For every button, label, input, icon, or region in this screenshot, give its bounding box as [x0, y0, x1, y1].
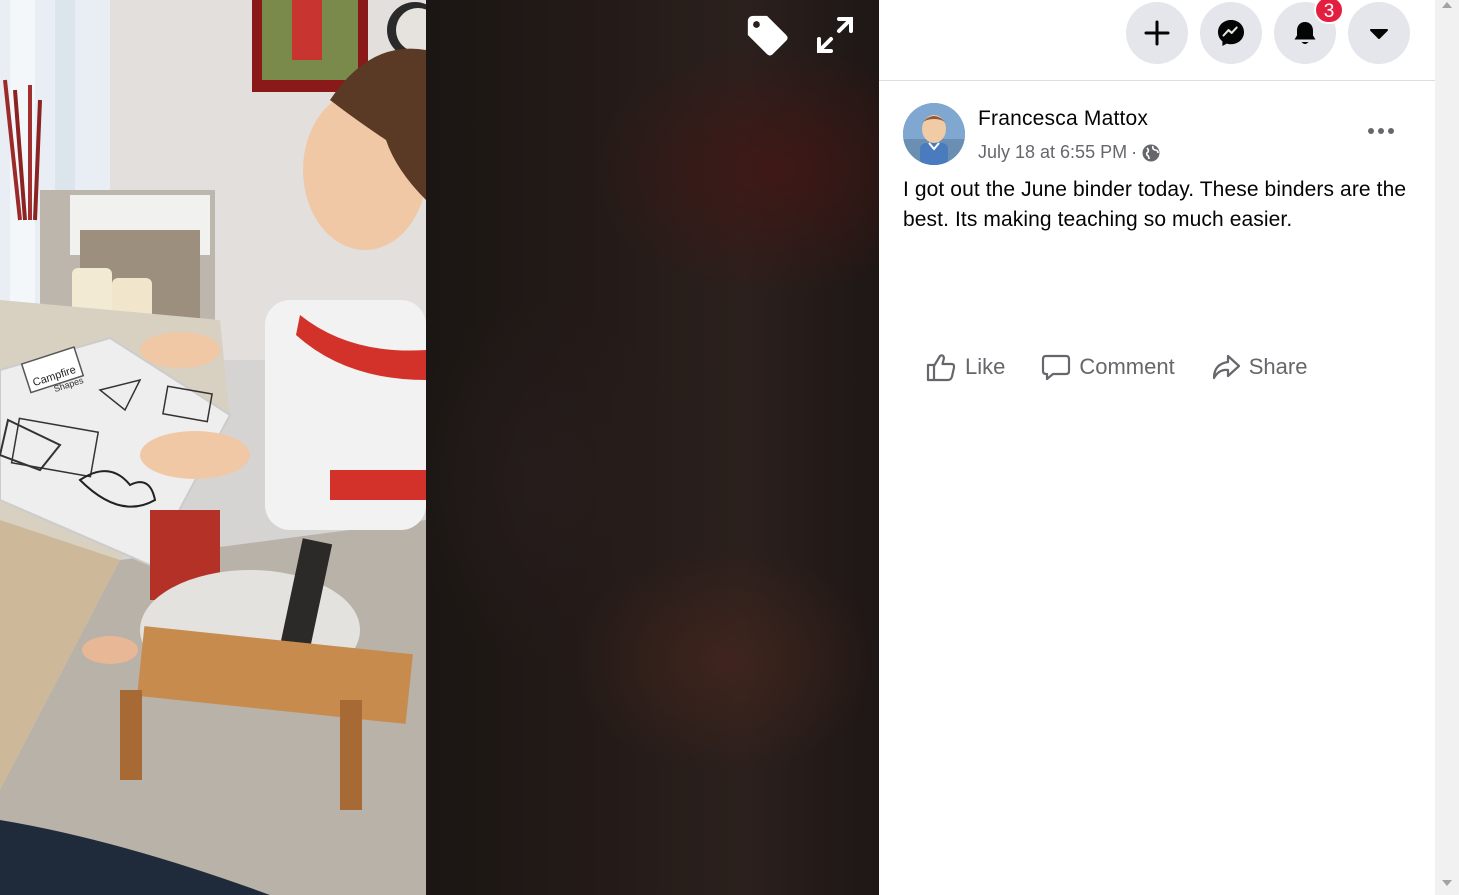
- avatar-image: [903, 103, 965, 165]
- account-menu-button[interactable]: [1348, 2, 1410, 64]
- globe-icon[interactable]: [1141, 143, 1161, 163]
- post-actions: Like Comment Share: [925, 343, 1343, 391]
- tag-icon: [747, 15, 788, 56]
- plus-icon: [1144, 20, 1170, 46]
- author-avatar[interactable]: [903, 103, 965, 165]
- messenger-icon: [1218, 20, 1244, 46]
- caret-down-icon: [1370, 29, 1388, 39]
- meta-separator: ·: [1131, 142, 1138, 162]
- scroll-down-arrow[interactable]: [1442, 880, 1452, 886]
- photo-blur-backdrop: [426, 0, 879, 895]
- post-caption: I got out the June binder today. These b…: [903, 178, 1407, 231]
- tag-photo-button[interactable]: [744, 12, 790, 58]
- post-meta: July 18 at 6:55 PM ·: [978, 142, 1161, 163]
- top-navigation: 3: [879, 0, 1435, 81]
- post-options-button[interactable]: [1359, 111, 1403, 151]
- like-button[interactable]: Like: [925, 352, 1005, 382]
- photo-viewer: Campfire Shapes: [0, 0, 879, 895]
- scroll-up-arrow[interactable]: [1442, 2, 1452, 8]
- comment-icon: [1042, 354, 1071, 381]
- share-label: Share: [1248, 354, 1308, 379]
- create-button[interactable]: [1126, 2, 1188, 64]
- post-timestamp[interactable]: July 18 at 6:55 PM: [978, 142, 1127, 163]
- thumbs-up-icon: [926, 354, 956, 382]
- like-label: Like: [965, 354, 1006, 379]
- comment-button[interactable]: Comment: [1041, 352, 1175, 382]
- post-photo[interactable]: Campfire Shapes: [0, 0, 426, 895]
- bell-icon: [1294, 22, 1316, 44]
- post-author-name[interactable]: Francesca Mattox: [978, 107, 1148, 131]
- share-button[interactable]: Share: [1211, 352, 1308, 382]
- expand-icon: [817, 17, 853, 53]
- post-panel: Francesca Mattox July 18 at 6:55 PM · I …: [879, 81, 1435, 895]
- messenger-button[interactable]: [1200, 2, 1262, 64]
- fullscreen-button[interactable]: [812, 12, 858, 58]
- photo-illustration: Campfire Shapes: [0, 0, 426, 895]
- notification-count-badge: 3: [1314, 0, 1344, 24]
- comment-label: Comment: [1079, 354, 1175, 379]
- share-icon: [1212, 354, 1240, 380]
- page-scrollbar[interactable]: [1435, 0, 1459, 895]
- notifications-button[interactable]: 3: [1274, 0, 1344, 64]
- more-options-icon: [1368, 128, 1394, 134]
